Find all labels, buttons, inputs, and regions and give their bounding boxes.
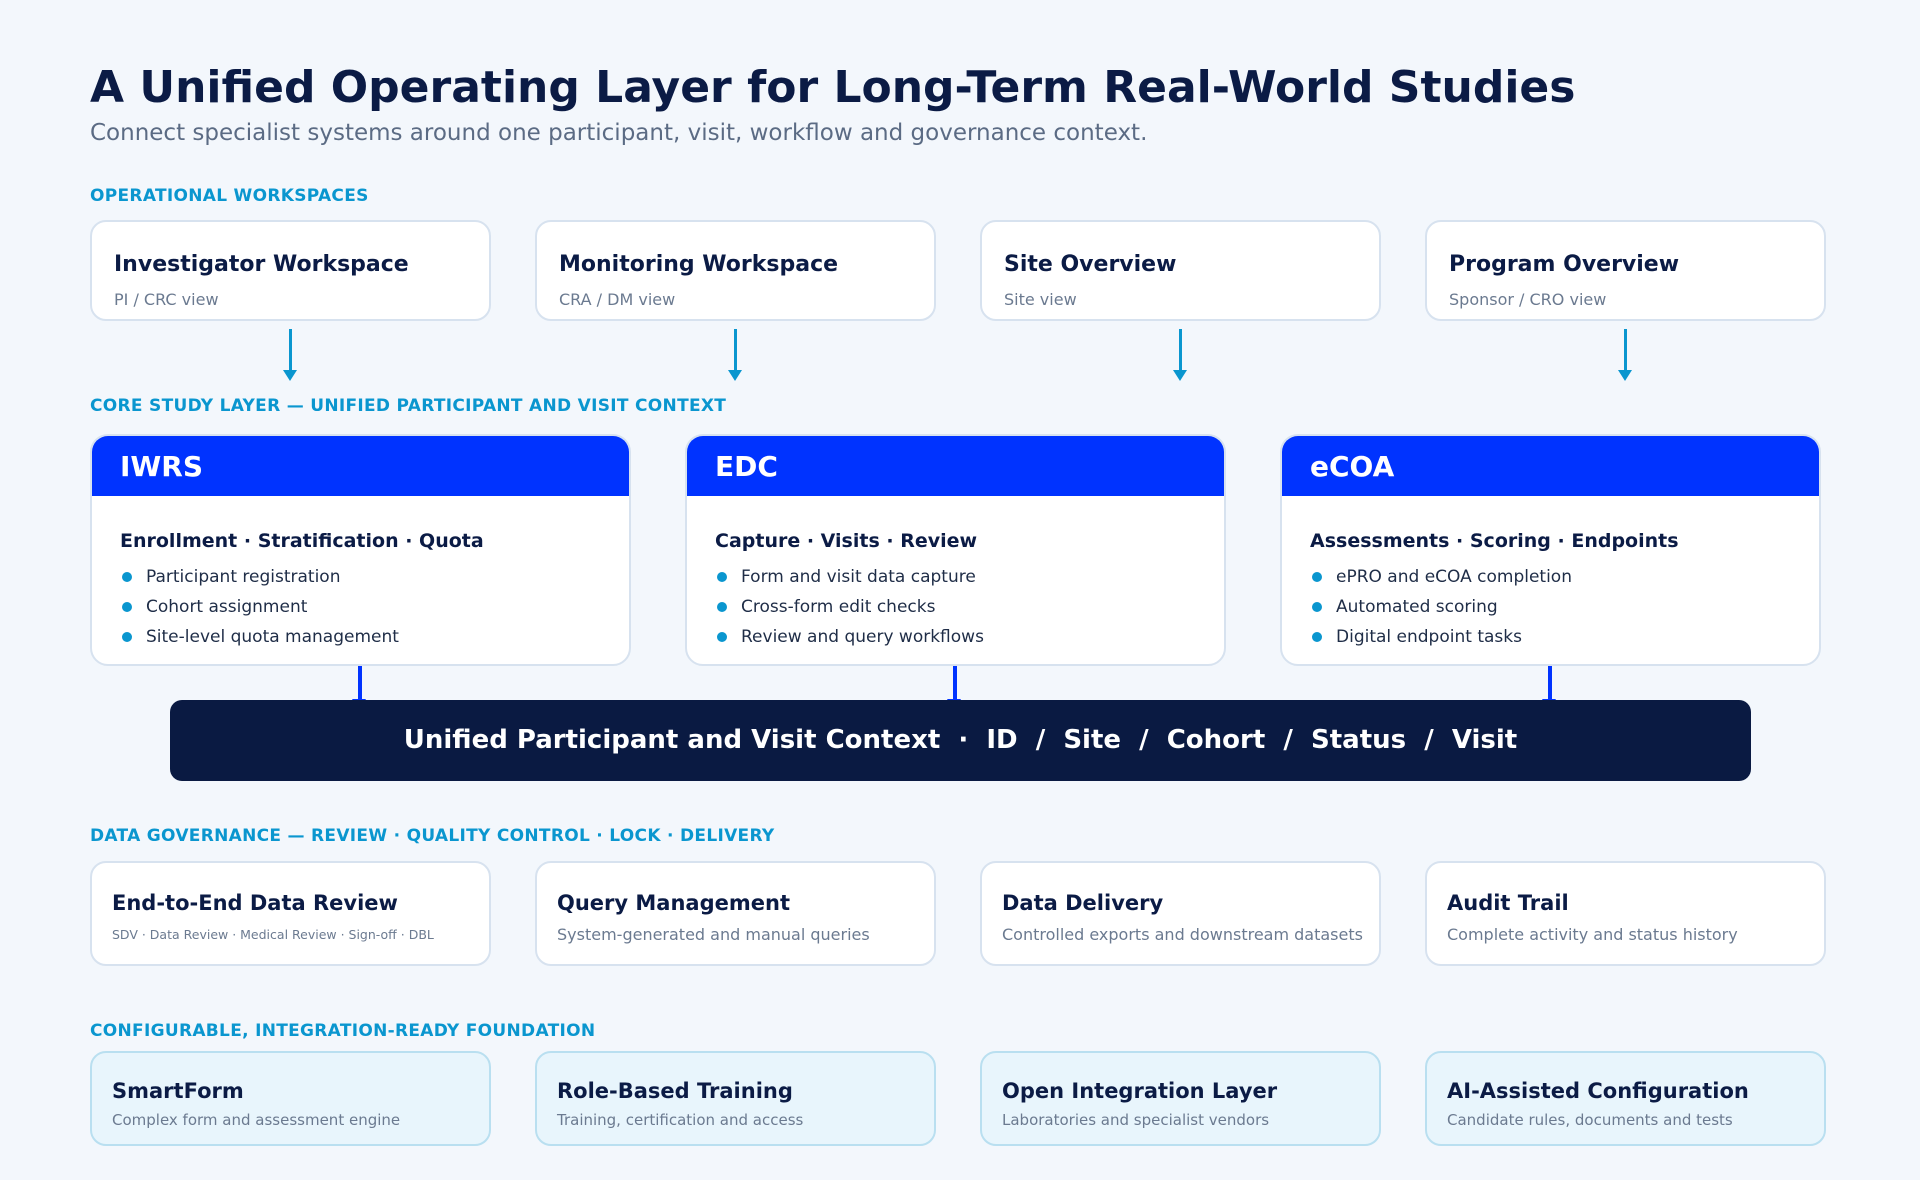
list-item: Form and visit data capture: [715, 562, 1196, 592]
section-label-core: CORE STUDY LAYER — UNIFIED PARTICIPANT A…: [90, 396, 727, 416]
arrow-down-icon: [1542, 666, 1556, 710]
core-card-heading: Capture · Visits · Review: [715, 530, 978, 552]
governance-subtitle: Complete activity and status history: [1447, 925, 1738, 944]
governance-subtitle: System-generated and manual queries: [557, 925, 870, 944]
governance-subtitle: Controlled exports and downstream datase…: [1002, 925, 1363, 944]
workspace-subtitle: Sponsor / CRO view: [1449, 290, 1607, 309]
workspace-card-monitoring[interactable]: Monitoring Workspace CRA / DM view: [535, 220, 936, 321]
list-item: Review and query workflows: [715, 622, 1196, 652]
page-subtitle: Connect specialist systems around one pa…: [90, 120, 1148, 146]
governance-card-data-review[interactable]: End-to-End Data Review SDV · Data Review…: [90, 861, 491, 966]
list-item: Automated scoring: [1310, 592, 1791, 622]
workspace-subtitle: PI / CRC view: [114, 290, 219, 309]
list-item: Cohort assignment: [120, 592, 601, 622]
arrow-down-icon: [1173, 329, 1187, 381]
foundation-title: Role-Based Training: [557, 1079, 793, 1103]
foundation-title: Open Integration Layer: [1002, 1079, 1278, 1103]
core-card-edc[interactable]: EDC Capture · Visits · Review Form and v…: [685, 434, 1226, 666]
bullet-dot-icon: [717, 632, 727, 642]
foundation-title: AI-Assisted Configuration: [1447, 1079, 1749, 1103]
governance-title: Audit Trail: [1447, 891, 1569, 915]
page-title: A Unified Operating Layer for Long-Term …: [90, 62, 1576, 113]
foundation-subtitle: Training, certification and access: [557, 1111, 804, 1129]
foundation-card-smartform[interactable]: SmartForm Complex form and assessment en…: [90, 1051, 491, 1146]
bullet-dot-icon: [717, 572, 727, 582]
foundation-subtitle: Complex form and assessment engine: [112, 1111, 401, 1129]
foundation-subtitle: Laboratories and specialist vendors: [1002, 1111, 1270, 1129]
workspace-card-investigator[interactable]: Investigator Workspace PI / CRC view: [90, 220, 491, 321]
workspace-title: Monitoring Workspace: [559, 252, 839, 277]
list-item: Participant registration: [120, 562, 601, 592]
list-item: Digital endpoint tasks: [1310, 622, 1791, 652]
bullet-dot-icon: [1312, 572, 1322, 582]
foundation-subtitle: Candidate rules, documents and tests: [1447, 1111, 1733, 1129]
core-card-ecoa[interactable]: eCOA Assessments · Scoring · Endpoints e…: [1280, 434, 1821, 666]
core-card-heading: Enrollment · Stratification · Quota: [120, 530, 484, 552]
bullet-dot-icon: [1312, 632, 1322, 642]
workspace-card-program[interactable]: Program Overview Sponsor / CRO view: [1425, 220, 1826, 321]
core-card-heading: Assessments · Scoring · Endpoints: [1310, 530, 1679, 552]
workspace-subtitle: CRA / DM view: [559, 290, 676, 309]
arrow-down-icon: [283, 329, 297, 381]
governance-title: Query Management: [557, 891, 790, 915]
list-item: Site-level quota management: [120, 622, 601, 652]
bullet-dot-icon: [122, 572, 132, 582]
arrow-down-icon: [947, 666, 961, 710]
governance-subtitle: SDV · Data Review · Medical Review · Sig…: [112, 927, 434, 942]
foundation-card-role-based-training[interactable]: Role-Based Training Training, certificat…: [535, 1051, 936, 1146]
governance-card-audit-trail[interactable]: Audit Trail Complete activity and status…: [1425, 861, 1826, 966]
governance-card-query-management[interactable]: Query Management System-generated and ma…: [535, 861, 936, 966]
workspace-title: Program Overview: [1449, 252, 1680, 277]
foundation-card-open-integration[interactable]: Open Integration Layer Laboratories and …: [980, 1051, 1381, 1146]
list-item: ePRO and eCOA completion: [1310, 562, 1791, 592]
unified-context-bar: Unified Participant and Visit Context · …: [170, 700, 1751, 781]
arrow-down-icon: [1618, 329, 1632, 381]
workspace-card-site[interactable]: Site Overview Site view: [980, 220, 1381, 321]
core-card-iwrs[interactable]: IWRS Enrollment · Stratification · Quota…: [90, 434, 631, 666]
core-card-title: EDC: [687, 436, 1224, 496]
list-item: Cross-form edit checks: [715, 592, 1196, 622]
bullet-dot-icon: [122, 602, 132, 612]
workspace-title: Investigator Workspace: [114, 252, 409, 277]
arrow-down-icon: [728, 329, 742, 381]
bullet-dot-icon: [1312, 602, 1322, 612]
core-card-title: IWRS: [92, 436, 629, 496]
bullet-dot-icon: [122, 632, 132, 642]
core-card-title: eCOA: [1282, 436, 1819, 496]
governance-title: Data Delivery: [1002, 891, 1164, 915]
workspace-title: Site Overview: [1004, 252, 1177, 277]
governance-title: End-to-End Data Review: [112, 891, 398, 915]
arrow-down-icon: [352, 666, 366, 710]
workspace-subtitle: Site view: [1004, 290, 1077, 309]
bullet-dot-icon: [717, 602, 727, 612]
governance-card-data-delivery[interactable]: Data Delivery Controlled exports and dow…: [980, 861, 1381, 966]
foundation-title: SmartForm: [112, 1079, 244, 1103]
section-label-workspaces: OPERATIONAL WORKSPACES: [90, 186, 369, 206]
section-label-governance: DATA GOVERNANCE — REVIEW · QUALITY CONTR…: [90, 826, 775, 846]
foundation-card-ai-configuration[interactable]: AI-Assisted Configuration Candidate rule…: [1425, 1051, 1826, 1146]
section-label-foundation: CONFIGURABLE, INTEGRATION-READY FOUNDATI…: [90, 1021, 596, 1041]
